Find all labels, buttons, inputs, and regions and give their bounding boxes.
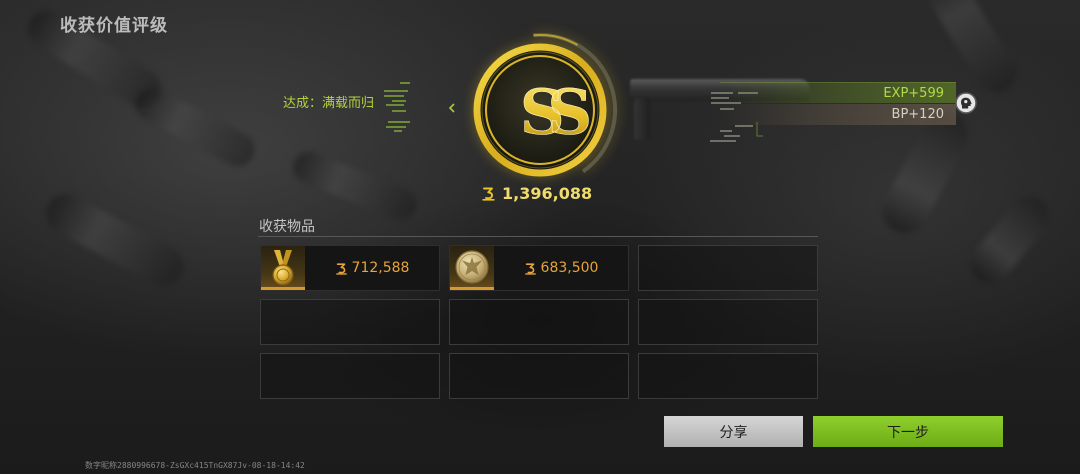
- koen-coin-icon: [335, 262, 348, 275]
- achievement-label: 达成：满载而归: [282, 96, 374, 111]
- exp-reward-bar: EXP+599: [720, 82, 956, 103]
- background-bullet: [288, 146, 422, 226]
- item-value: 683,500: [494, 246, 628, 290]
- loot-divider: [258, 236, 818, 237]
- loot-slot-empty: [449, 353, 629, 399]
- loot-slot-empty: [260, 353, 440, 399]
- ss-grade-emblem: SS: [473, 33, 617, 177]
- loot-grid: 712,588 683,500: [260, 245, 818, 399]
- item-value: 712,588: [305, 246, 439, 290]
- loot-slot-empty: [638, 353, 818, 399]
- exp-reward-text: EXP+599: [883, 86, 944, 101]
- koen-coin-icon: [524, 262, 537, 275]
- loot-slot-empty: [260, 299, 440, 345]
- background-bullet: [962, 188, 1058, 292]
- watermark-text: 数字昵称2880996678-ZsGXc415TnGX87Jv-08-18-14…: [85, 461, 305, 470]
- gold-medal-icon: [261, 246, 305, 290]
- chevron-left-icon: [448, 98, 456, 113]
- profile-head-icon: [955, 92, 977, 114]
- background-bullet: [39, 187, 191, 293]
- hud-decoration-left: [384, 82, 410, 132]
- background-bullet: [874, 104, 976, 242]
- loot-slot[interactable]: 712,588: [260, 245, 440, 291]
- item-value-amount: 712,588: [351, 260, 410, 276]
- loot-section-title: 收获物品: [259, 219, 315, 235]
- page-title: 收获价值评级: [60, 16, 168, 36]
- loot-slot-empty: [449, 299, 629, 345]
- total-value-amount: 1,396,088: [502, 183, 593, 203]
- item-value-amount: 683,500: [540, 260, 599, 276]
- bp-reward-bar: BP+120: [720, 104, 956, 125]
- bp-reward-text: BP+120: [891, 107, 944, 122]
- harvest-rating-screen: 收获价值评级 达成：满载而归 SS 1,396,088 EXP+599 BP+1…: [0, 0, 1080, 474]
- total-value: 1,396,088: [481, 183, 592, 203]
- eagle-gold-coin-icon: [450, 246, 494, 290]
- loot-slot-empty: [638, 245, 818, 291]
- loot-slot-empty: [638, 299, 818, 345]
- background-rifle-grip: [634, 98, 650, 140]
- koen-coin-icon: [481, 186, 496, 201]
- share-button[interactable]: 分享: [664, 416, 803, 447]
- loot-slot[interactable]: 683,500: [449, 245, 629, 291]
- next-step-button[interactable]: 下一步: [813, 416, 1003, 447]
